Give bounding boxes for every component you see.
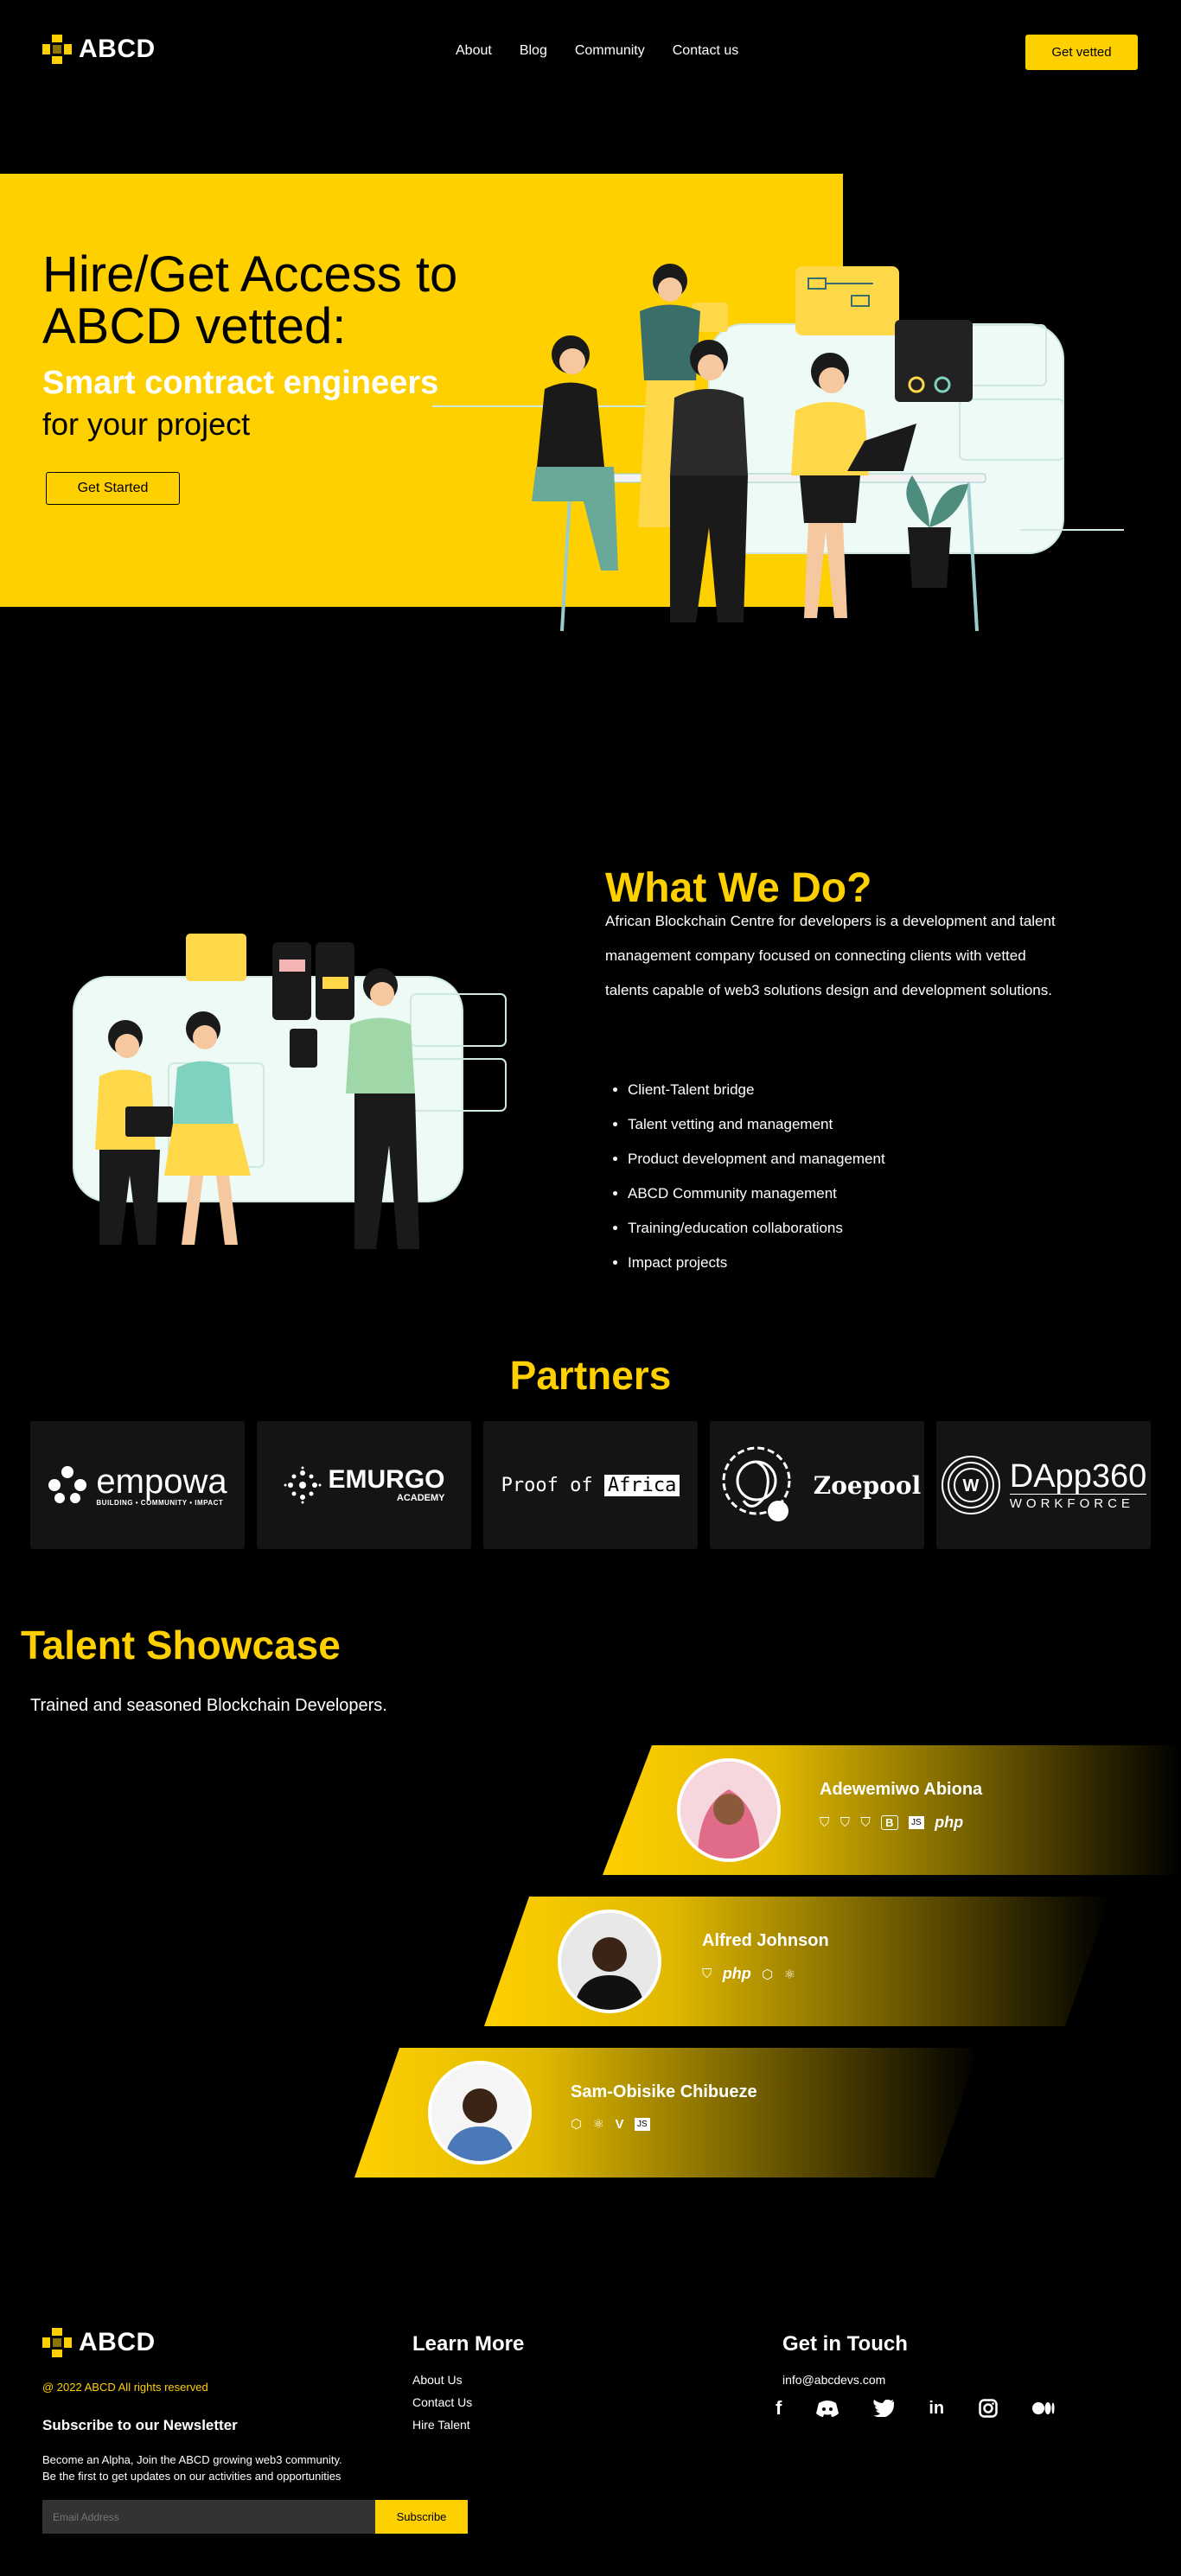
hero-title-line1: Hire/Get Access to	[42, 246, 458, 303]
partner-empowa[interactable]: empowa BUILDING • COMMUNITY • IMPACT	[30, 1421, 245, 1549]
subscribe-button[interactable]: Subscribe	[375, 2500, 468, 2534]
abcd-logo-icon	[42, 35, 72, 64]
brand-name: ABCD	[79, 35, 156, 63]
medium-icon[interactable]	[1032, 2401, 1055, 2415]
bootstrap-icon: B	[881, 1815, 898, 1830]
list-item: Impact projects	[628, 1246, 1038, 1280]
nodejs-icon: ⬡	[571, 2117, 583, 2132]
talent-card-background	[354, 2048, 980, 2177]
skills-row: ⛉ ⛉ ⛉ B JS php	[820, 1814, 970, 1832]
footer-brand-name: ABCD	[79, 2328, 156, 2356]
css3-icon: ⛉	[839, 1815, 850, 1830]
talent-card[interactable]: Adewemiwo Abiona ⛉ ⛉ ⛉ B JS php	[0, 1745, 1181, 1875]
team-collaboration-illustration	[432, 264, 1124, 632]
list-item: Talent vetting and management	[628, 1107, 1038, 1142]
nav-link-contact[interactable]: Contact us	[673, 43, 738, 59]
avatar	[558, 1910, 661, 2013]
newsletter-line: Be the first to get updates on our activ…	[42, 2470, 342, 2483]
nav-link-community[interactable]: Community	[575, 43, 645, 59]
dapp360-logo-icon: W	[941, 1456, 1000, 1514]
social-links: f in	[776, 2397, 1055, 2420]
what-we-do-description: African Blockchain Centre for developers…	[605, 913, 1056, 998]
hero-title-line2: ABCD vetted:	[42, 298, 347, 354]
php-icon: php	[722, 1965, 751, 1982]
vue-icon: V	[615, 2116, 624, 2132]
linkedin-icon[interactable]: in	[929, 2399, 944, 2419]
emurgo-logo-icon	[284, 1466, 321, 1504]
copyright: @ 2022 ABCD All rights reserved	[42, 2381, 208, 2394]
nodejs-icon: ⬡	[762, 1967, 774, 1982]
footer-link-about[interactable]: About Us	[412, 2369, 472, 2391]
partners-title: Partners	[509, 1353, 672, 1398]
list-item: Training/education collaborations	[628, 1211, 1038, 1246]
partner-proof-of-africa[interactable]: Proof of Africa	[483, 1421, 698, 1549]
html5-icon: ⛉	[820, 1815, 830, 1830]
learn-more-title: Learn More	[412, 2332, 525, 2356]
newsletter-description: Become an Alpha, Join the ABCD growing w…	[42, 2452, 342, 2484]
poa-name-b: Africa	[603, 1474, 680, 1496]
partner-emurgo[interactable]: EMURGO ACADEMY	[257, 1421, 471, 1549]
facebook-icon[interactable]: f	[776, 2397, 782, 2420]
emurgo-name: EMURGO	[328, 1465, 445, 1494]
list-item: Product development and management	[628, 1142, 1038, 1176]
learn-more-links: About Us Contact Us Hire Talent	[412, 2369, 472, 2436]
empowa-logo-icon	[48, 1466, 87, 1503]
developers-illustration	[73, 934, 507, 1249]
talent-name: Sam-Obisike Chibueze	[571, 2082, 757, 2101]
list-item: ABCD Community management	[628, 1176, 1038, 1211]
zoepool-logo-icon	[722, 1446, 791, 1521]
emurgo-tagline: ACADEMY	[396, 1493, 445, 1503]
talent-title: Talent Showcase	[21, 1623, 341, 1667]
nav-link-about[interactable]: About	[456, 43, 492, 59]
dapp360-tagline: WORKFORCE	[1009, 1494, 1147, 1511]
list-item: Client-Talent bridge	[628, 1073, 1038, 1107]
html5-icon: ⛉	[702, 1967, 712, 1981]
partner-zoepool[interactable]: Zoepool	[710, 1421, 924, 1549]
brand-logo[interactable]: ABCD	[42, 35, 156, 64]
empowa-name: empowa	[96, 1462, 227, 1501]
avatar	[428, 2061, 532, 2165]
avatar	[677, 1758, 781, 1862]
talent-card[interactable]: Sam-Obisike Chibueze ⬡ ⚛ V JS	[0, 2048, 1181, 2177]
footer-brand-logo[interactable]: ABCD	[42, 2328, 156, 2357]
twitter-icon[interactable]	[873, 2400, 895, 2417]
email-field[interactable]	[42, 2500, 375, 2534]
talent-name: Adewemiwo Abiona	[820, 1780, 983, 1799]
html5-icon: ⛉	[860, 1815, 871, 1830]
skills-row: ⬡ ⚛ V JS	[571, 2116, 657, 2132]
skills-row: ⛉ php ⬡ ⚛	[702, 1965, 802, 1983]
partner-dapp360[interactable]: W DApp360 WORKFORCE	[936, 1421, 1151, 1549]
talent-card-background	[603, 1745, 1181, 1875]
react-icon: ⚛	[592, 2117, 605, 2132]
newsletter-line: Become an Alpha, Join the ABCD growing w…	[42, 2453, 342, 2466]
talent-subtitle: Trained and seasoned Blockchain Develope…	[30, 1696, 387, 1715]
js-icon: JS	[909, 1816, 924, 1829]
hero-subtitle-highlight: Smart contract engineers	[42, 365, 439, 401]
discord-icon[interactable]	[816, 2400, 839, 2417]
dapp360-name: DApp360	[1009, 1458, 1147, 1495]
talent-name: Alfred Johnson	[702, 1931, 829, 1950]
svg-text:W: W	[962, 1476, 979, 1495]
nav-link-blog[interactable]: Blog	[520, 43, 547, 59]
contact-title: Get in Touch	[782, 2332, 908, 2356]
services-list: Client-Talent bridge Talent vetting and …	[606, 1073, 1038, 1280]
react-icon: ⚛	[783, 1967, 796, 1982]
footer-link-hire[interactable]: Hire Talent	[412, 2413, 472, 2436]
js-icon: JS	[634, 2117, 650, 2131]
main-nav: About Blog Community Contact us	[456, 43, 738, 59]
zoepool-name: Zoepool	[813, 1470, 922, 1500]
instagram-icon[interactable]	[979, 2399, 998, 2418]
abcd-logo-icon	[42, 2328, 72, 2357]
empowa-tagline: BUILDING • COMMUNITY • IMPACT	[96, 1498, 224, 1507]
newsletter-title: Subscribe to our Newsletter	[42, 2417, 238, 2433]
get-started-button[interactable]: Get Started	[46, 472, 180, 505]
get-vetted-button[interactable]: Get vetted	[1025, 35, 1138, 70]
hero-subtitle: for your project	[42, 406, 251, 442]
poa-name-a: Proof of	[501, 1474, 593, 1496]
contact-email[interactable]: info@abcdevs.com	[782, 2369, 885, 2391]
php-icon: php	[935, 1814, 964, 1831]
footer-link-contact[interactable]: Contact Us	[412, 2391, 472, 2413]
talent-card[interactable]: Alfred Johnson ⛉ php ⬡ ⚛	[0, 1897, 1181, 2026]
